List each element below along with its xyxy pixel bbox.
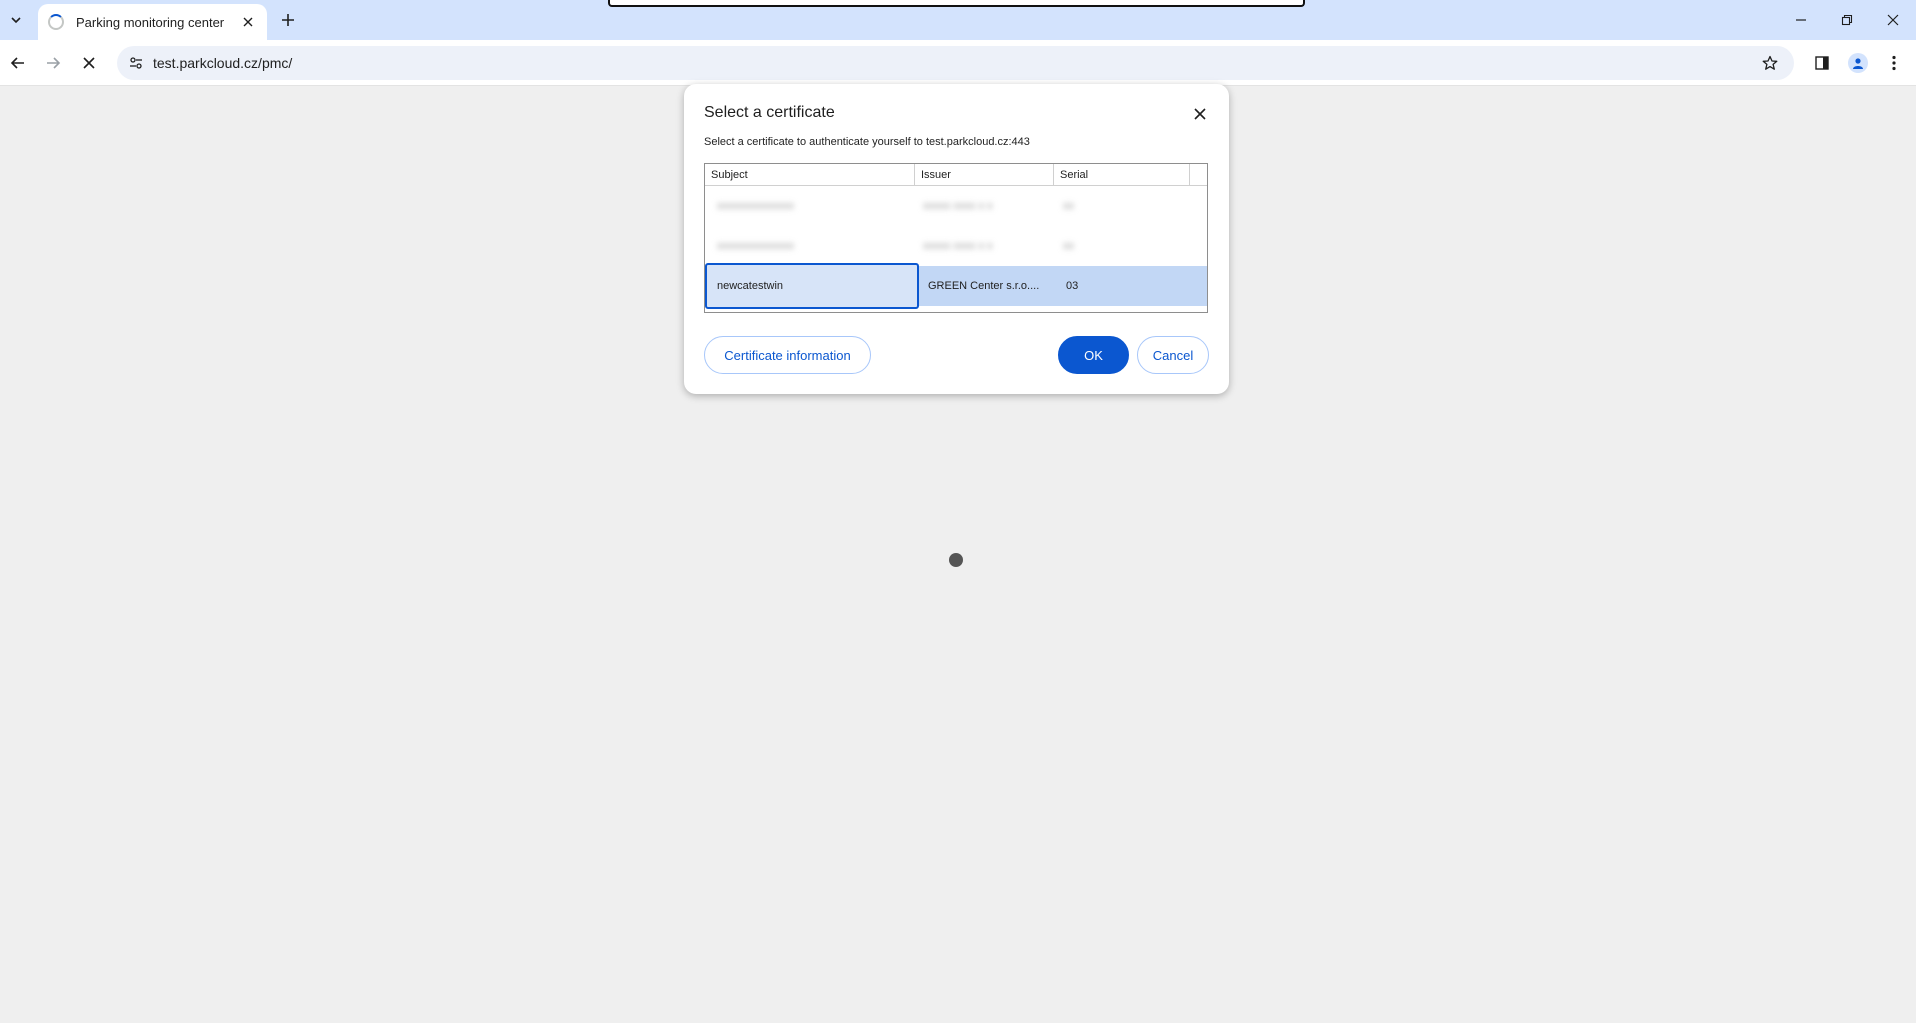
- menu-dots-icon[interactable]: [1882, 51, 1906, 75]
- screen-share-bar: [608, 0, 1305, 7]
- cell-issuer: xxxxx xxxx x x: [923, 200, 993, 212]
- browser-toolbar: test.parkcloud.cz/pmc/: [0, 40, 1916, 86]
- cell-serial: 03: [1066, 280, 1079, 292]
- back-arrow-icon[interactable]: [6, 51, 30, 75]
- table-row[interactable]: xxxxxxxxxxxxxx xxxxx xxxx x x xx: [705, 226, 1207, 266]
- column-header-serial[interactable]: Serial: [1054, 164, 1190, 186]
- tab-search-icon[interactable]: [4, 8, 28, 32]
- minimize-icon[interactable]: [1786, 8, 1816, 32]
- column-header-subject[interactable]: Subject: [705, 164, 915, 186]
- cell-serial: xx: [1063, 200, 1074, 212]
- site-info-icon[interactable]: [127, 54, 145, 72]
- loading-spinner-icon: [48, 14, 64, 30]
- dialog-description: Select a certificate to authenticate you…: [704, 136, 1030, 148]
- cell-issuer: GREEN Center s.r.o....: [928, 280, 1040, 292]
- tab-strip: Parking monitoring center: [0, 0, 1916, 40]
- side-panel-icon[interactable]: [1810, 51, 1834, 75]
- stop-loading-icon[interactable]: [77, 51, 101, 75]
- table-header: Subject Issuer Serial: [705, 164, 1207, 186]
- cell-serial: xx: [1063, 240, 1074, 252]
- cancel-button[interactable]: Cancel: [1137, 336, 1209, 374]
- ok-button[interactable]: OK: [1058, 336, 1129, 374]
- forward-arrow-icon[interactable]: [41, 51, 65, 75]
- certificate-information-button[interactable]: Certificate information: [704, 336, 871, 374]
- page-loader-dot: [949, 553, 963, 567]
- cell-subject: newcatestwin: [717, 280, 784, 292]
- restore-icon[interactable]: [1832, 8, 1862, 32]
- table-row[interactable]: xxxxxxxxxxxxxx xxxxx xxxx x x xx: [705, 186, 1207, 226]
- cell-subject: xxxxxxxxxxxxxx: [717, 240, 794, 252]
- table-row-selected[interactable]: newcatestwin GREEN Center s.r.o.... 03: [705, 263, 1207, 309]
- cell-issuer: xxxxx xxxx x x: [923, 240, 993, 252]
- url-text: test.parkcloud.cz/pmc/: [153, 55, 293, 71]
- tab-close-icon[interactable]: [239, 13, 257, 31]
- certificate-table: Subject Issuer Serial xxxxxxxxxxxxxx xxx…: [704, 163, 1208, 313]
- tab-title: Parking monitoring center: [76, 14, 225, 30]
- close-window-icon[interactable]: [1878, 8, 1908, 32]
- bookmark-star-icon[interactable]: [1760, 53, 1780, 73]
- cell-subject: xxxxxxxxxxxxxx: [717, 200, 794, 212]
- address-bar[interactable]: test.parkcloud.cz/pmc/: [117, 46, 1794, 80]
- select-certificate-dialog: Select a certificate Select a certificat…: [684, 84, 1229, 394]
- profile-avatar-icon[interactable]: [1846, 51, 1870, 75]
- browser-tab[interactable]: Parking monitoring center: [38, 4, 267, 40]
- dialog-title: Select a certificate: [704, 104, 835, 121]
- close-icon[interactable]: [1190, 104, 1210, 124]
- column-header-issuer[interactable]: Issuer: [915, 164, 1054, 186]
- new-tab-icon[interactable]: [276, 8, 300, 32]
